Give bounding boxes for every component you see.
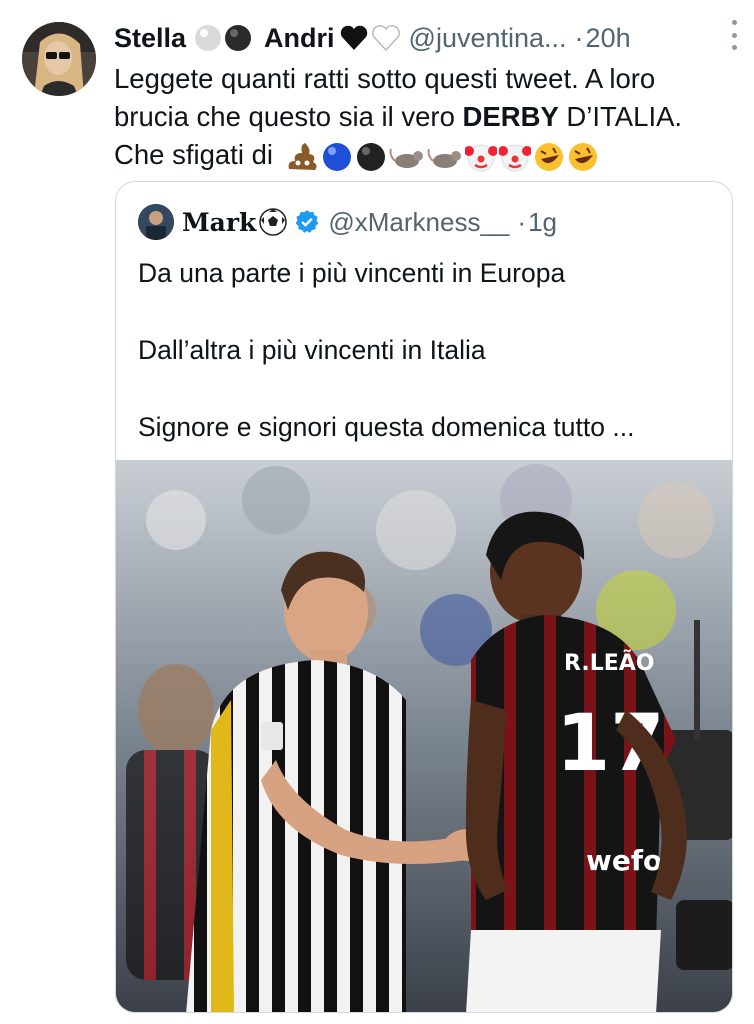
quoted-author-avatar[interactable] xyxy=(138,204,174,240)
quoted-tweet-text: Da una parte i più vincenti in Europa Da… xyxy=(138,254,718,485)
quoted-tweet[interactable]: Mark @xMarkness__ · 1g Da una parte i pi… xyxy=(115,181,733,1013)
rofl-emoji-icon xyxy=(534,142,563,171)
quoted-time[interactable]: 1g xyxy=(528,207,557,238)
blue-circle-emoji-icon xyxy=(322,142,351,171)
quoted-handle[interactable]: @xMarkness__ xyxy=(328,207,509,238)
clown-emoji-icon xyxy=(498,144,531,172)
quoted-avatar-image xyxy=(138,204,174,240)
tweet-time[interactable]: 20h xyxy=(586,23,631,54)
rofl-emoji-icon xyxy=(568,142,597,171)
tweet-text-bold: DERBY xyxy=(462,101,559,132)
verified-badge-icon xyxy=(296,210,319,233)
quoted-display-name[interactable]: Mark xyxy=(182,208,256,237)
author-handle[interactable]: @juventina... xyxy=(409,23,567,54)
poop-emoji-icon xyxy=(288,142,317,170)
tweet-header: Stella Andri @juventina... · 20h xyxy=(114,16,740,60)
quoted-time-separator: · xyxy=(517,206,527,237)
quoted-line-3: Signore e signori questa domenica tutto … xyxy=(138,412,635,442)
quoted-tweet-header: Mark @xMarkness__ · 1g xyxy=(138,202,557,242)
author-avatar[interactable] xyxy=(22,22,96,96)
quoted-line-1: Da una parte i più vincenti in Europa xyxy=(138,258,566,288)
clown-emoji-icon xyxy=(464,144,497,172)
display-name-second: Andri xyxy=(264,22,335,53)
tweet-text: Leggete quanti ratti sotto questi tweet.… xyxy=(114,60,734,174)
quoted-tweet-photo[interactable]: 17 R.LEÃO wefox xyxy=(116,460,732,1012)
ball-icons xyxy=(195,25,252,51)
soccer-ball-icon xyxy=(259,208,288,236)
black-circle-emoji-icon xyxy=(356,142,385,171)
football-players-photo: 17 R.LEÃO wefox xyxy=(116,460,732,1012)
more-options-icon[interactable] xyxy=(730,20,738,50)
display-name-first: Stella xyxy=(114,22,187,53)
quoted-line-2: Dall’altra i più vincenti in Italia xyxy=(138,335,486,365)
avatar-image xyxy=(22,22,96,96)
time-separator: · xyxy=(574,22,584,53)
rat-emoji-icon xyxy=(389,148,423,168)
jersey-name: R.LEÃO xyxy=(564,650,654,676)
rat-emoji-icon xyxy=(427,148,461,168)
emoji-row xyxy=(285,141,599,173)
heart-icons xyxy=(340,25,400,52)
display-name[interactable]: Stella Andri xyxy=(114,23,401,54)
